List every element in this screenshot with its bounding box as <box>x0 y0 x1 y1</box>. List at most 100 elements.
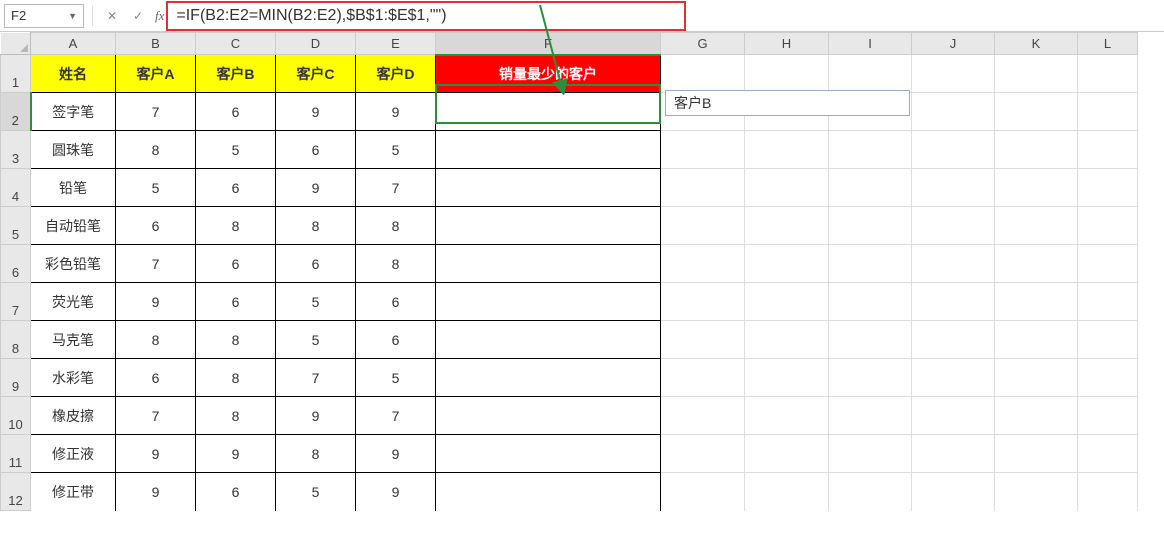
cell-L1[interactable] <box>1078 55 1138 93</box>
cell-F5[interactable] <box>436 207 661 245</box>
cell-I5[interactable] <box>829 207 912 245</box>
cell-A8[interactable]: 马克笔 <box>31 321 116 359</box>
cell-A9[interactable]: 水彩笔 <box>31 359 116 397</box>
cell-H1[interactable] <box>745 55 829 93</box>
cell-F2[interactable] <box>436 93 661 131</box>
cell-A5[interactable]: 自动铅笔 <box>31 207 116 245</box>
cell-H9[interactable] <box>745 359 829 397</box>
cell-E4[interactable]: 7 <box>356 169 436 207</box>
cell-L12[interactable] <box>1078 473 1138 511</box>
cell-G10[interactable] <box>661 397 745 435</box>
cell-I11[interactable] <box>829 435 912 473</box>
cell-I10[interactable] <box>829 397 912 435</box>
cell-B4[interactable]: 5 <box>116 169 196 207</box>
cell-C12[interactable]: 6 <box>196 473 276 511</box>
col-head-H[interactable]: H <box>745 33 829 55</box>
cell-C3[interactable]: 5 <box>196 131 276 169</box>
cell-E8[interactable]: 6 <box>356 321 436 359</box>
cell-F10[interactable] <box>436 397 661 435</box>
cell-C9[interactable]: 8 <box>196 359 276 397</box>
col-head-D[interactable]: D <box>276 33 356 55</box>
cell-H11[interactable] <box>745 435 829 473</box>
cell-A2[interactable]: 签字笔 <box>31 93 116 131</box>
cell-F12[interactable] <box>436 473 661 511</box>
col-head-C[interactable]: C <box>196 33 276 55</box>
cell-D10[interactable]: 9 <box>276 397 356 435</box>
cell-B3[interactable]: 8 <box>116 131 196 169</box>
cell-G11[interactable] <box>661 435 745 473</box>
cell-B5[interactable]: 6 <box>116 207 196 245</box>
cell-G8[interactable] <box>661 321 745 359</box>
cell-C6[interactable]: 6 <box>196 245 276 283</box>
cell-G1[interactable] <box>661 55 745 93</box>
cell-D11[interactable]: 8 <box>276 435 356 473</box>
cell-E3[interactable]: 5 <box>356 131 436 169</box>
col-head-G[interactable]: G <box>661 33 745 55</box>
cell-J7[interactable] <box>912 283 995 321</box>
cell-H3[interactable] <box>745 131 829 169</box>
cell-A3[interactable]: 圆珠笔 <box>31 131 116 169</box>
cell-K8[interactable] <box>995 321 1078 359</box>
cell-K3[interactable] <box>995 131 1078 169</box>
cell-K7[interactable] <box>995 283 1078 321</box>
cell-E6[interactable]: 8 <box>356 245 436 283</box>
cell-D3[interactable]: 6 <box>276 131 356 169</box>
cell-K9[interactable] <box>995 359 1078 397</box>
cell-A7[interactable]: 荧光笔 <box>31 283 116 321</box>
cell-A12[interactable]: 修正带 <box>31 473 116 511</box>
cell-H7[interactable] <box>745 283 829 321</box>
cell-C8[interactable]: 8 <box>196 321 276 359</box>
cell-C4[interactable]: 6 <box>196 169 276 207</box>
cell-L11[interactable] <box>1078 435 1138 473</box>
cell-K11[interactable] <box>995 435 1078 473</box>
cell-G7[interactable] <box>661 283 745 321</box>
cell-I3[interactable] <box>829 131 912 169</box>
cell-F8[interactable] <box>436 321 661 359</box>
name-box[interactable]: F2 ▼ <box>4 4 84 28</box>
cell-G5[interactable] <box>661 207 745 245</box>
cell-E1[interactable]: 客户D <box>356 55 436 93</box>
cell-D7[interactable]: 5 <box>276 283 356 321</box>
cell-J6[interactable] <box>912 245 995 283</box>
cell-B11[interactable]: 9 <box>116 435 196 473</box>
col-head-L[interactable]: L <box>1078 33 1138 55</box>
cell-D1[interactable]: 客户C <box>276 55 356 93</box>
row-head-4[interactable]: 4 <box>1 169 31 207</box>
cell-K1[interactable] <box>995 55 1078 93</box>
cell-B6[interactable]: 7 <box>116 245 196 283</box>
cell-L2[interactable] <box>1078 93 1138 131</box>
cell-H12[interactable] <box>745 473 829 511</box>
cell-K12[interactable] <box>995 473 1078 511</box>
cell-I8[interactable] <box>829 321 912 359</box>
formula-cancel-button[interactable]: ✕ <box>101 5 123 27</box>
cell-L5[interactable] <box>1078 207 1138 245</box>
cell-G6[interactable] <box>661 245 745 283</box>
cell-J2[interactable] <box>912 93 995 131</box>
cell-C7[interactable]: 6 <box>196 283 276 321</box>
cell-E2[interactable]: 9 <box>356 93 436 131</box>
cell-I12[interactable] <box>829 473 912 511</box>
cell-B12[interactable]: 9 <box>116 473 196 511</box>
col-head-K[interactable]: K <box>995 33 1078 55</box>
cell-F7[interactable] <box>436 283 661 321</box>
cell-L9[interactable] <box>1078 359 1138 397</box>
col-head-A[interactable]: A <box>31 33 116 55</box>
row-head-8[interactable]: 8 <box>1 321 31 359</box>
cell-A4[interactable]: 铅笔 <box>31 169 116 207</box>
cell-L7[interactable] <box>1078 283 1138 321</box>
cell-A1[interactable]: 姓名 <box>31 55 116 93</box>
cell-D2[interactable]: 9 <box>276 93 356 131</box>
cell-F9[interactable] <box>436 359 661 397</box>
cell-I4[interactable] <box>829 169 912 207</box>
cell-J9[interactable] <box>912 359 995 397</box>
cell-D4[interactable]: 9 <box>276 169 356 207</box>
cell-H10[interactable] <box>745 397 829 435</box>
cell-D6[interactable]: 6 <box>276 245 356 283</box>
cell-G9[interactable] <box>661 359 745 397</box>
cell-J10[interactable] <box>912 397 995 435</box>
cell-J11[interactable] <box>912 435 995 473</box>
cell-K6[interactable] <box>995 245 1078 283</box>
col-head-F[interactable]: F <box>436 33 661 55</box>
cell-G12[interactable] <box>661 473 745 511</box>
cell-J1[interactable] <box>912 55 995 93</box>
